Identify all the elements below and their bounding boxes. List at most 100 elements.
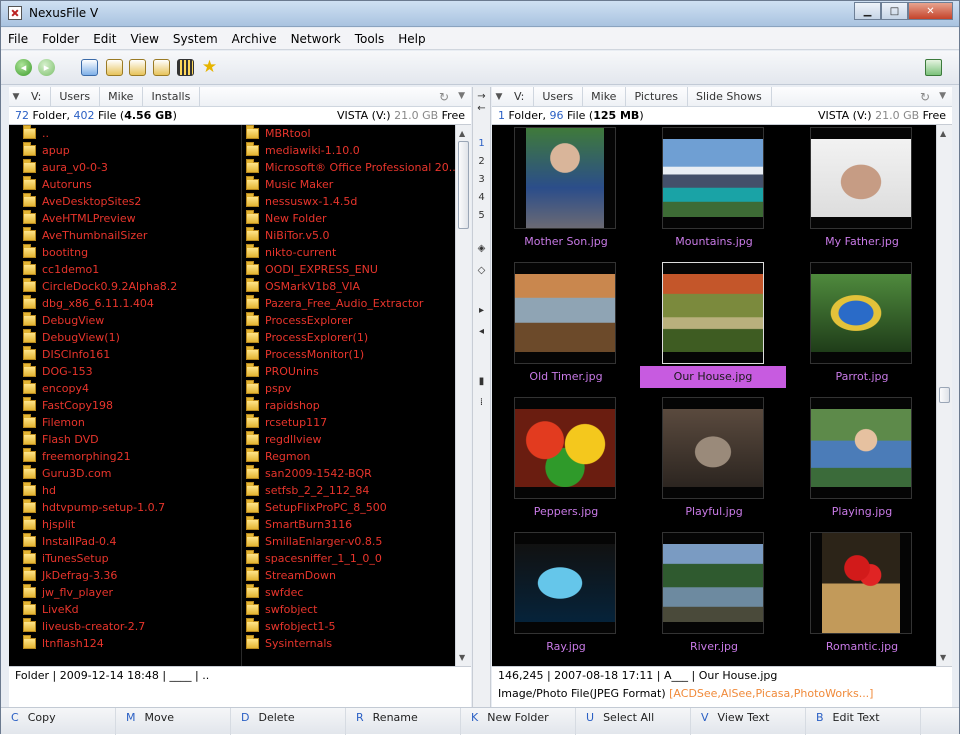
folder-item[interactable]: Pazera_Free_Audio_Extractor	[246, 295, 451, 312]
thumbnail-item[interactable]: Ray.jpg	[492, 530, 640, 665]
folder-item[interactable]: DebugView	[23, 312, 233, 329]
menu-network[interactable]: Network	[291, 32, 341, 46]
play-left-icon[interactable]: ◂	[473, 326, 490, 337]
chevron-down-icon[interactable]: ▼	[458, 91, 465, 101]
folder-item[interactable]: swfobject	[246, 601, 451, 618]
minimize-button[interactable]: ▁	[854, 2, 881, 20]
folder-item[interactable]: LiveKd	[23, 601, 233, 618]
folder-item[interactable]: Filemon	[23, 414, 233, 431]
fkey-move-button[interactable]: M Move	[116, 708, 231, 735]
thumbnail-item[interactable]: Our House.jpg	[640, 260, 788, 395]
folder-item[interactable]: PROUnins	[246, 363, 451, 380]
menu-tools[interactable]: Tools	[355, 32, 385, 46]
tab-number-2[interactable]: 2	[473, 156, 490, 167]
folder-item[interactable]: NiBiTor.v5.0	[246, 227, 451, 244]
thumbnail-item[interactable]: Peppers.jpg	[492, 395, 640, 530]
folder-item[interactable]: apup	[23, 142, 233, 159]
folder-item[interactable]: pspv	[246, 380, 451, 397]
breadcrumb-segment[interactable]: Users	[51, 86, 101, 107]
folder-item[interactable]: rcsetup117	[246, 414, 451, 431]
thumbnail-item[interactable]: River.jpg	[640, 530, 788, 665]
refresh-icon[interactable]: ↻	[439, 90, 449, 104]
folder-item[interactable]: liveusb-creator-2.7	[23, 618, 233, 635]
folder-item[interactable]: iTunesSetup	[23, 550, 233, 567]
folder-item[interactable]: MBRtool	[246, 125, 451, 142]
breadcrumb-segment[interactable]: Installs	[143, 86, 201, 107]
menu-help[interactable]: Help	[398, 32, 425, 46]
folder-item[interactable]: InstallPad-0.4	[23, 533, 233, 550]
tab-number-4[interactable]: 4	[473, 192, 490, 203]
thumbnail-item[interactable]: My Father.jpg	[788, 125, 936, 260]
folder-item[interactable]: Sysinternals	[246, 635, 451, 652]
breadcrumb-segment[interactable]: V:	[506, 86, 535, 107]
folder-item[interactable]: san2009-1542-BQR	[246, 465, 451, 482]
fkey-view-text-button[interactable]: V View Text	[691, 708, 806, 735]
folder-item[interactable]: DOG-153	[23, 363, 233, 380]
slideshow-icon[interactable]	[177, 59, 194, 76]
maximize-button[interactable]: □	[881, 2, 908, 20]
folder-item[interactable]: AveDesktopSites2	[23, 193, 233, 210]
scroll-thumb[interactable]	[458, 141, 469, 229]
forward-arrow-icon[interactable]: ▸	[38, 59, 55, 76]
breadcrumb-segment[interactable]: Mike	[583, 86, 627, 107]
folder-item[interactable]: SmillaEnlarger-v0.8.5	[246, 533, 451, 550]
folder-item[interactable]: bootitng	[23, 244, 233, 261]
folder-item[interactable]: hdtvpump-setup-1.0.7	[23, 499, 233, 516]
chevron-down-icon[interactable]: ▼	[939, 91, 946, 101]
close-button[interactable]: ✕	[908, 2, 953, 20]
folder-item[interactable]: ltnflash124	[23, 635, 233, 652]
folder-item[interactable]: swfdec	[246, 584, 451, 601]
menu-file[interactable]: File	[8, 32, 28, 46]
scroll-up-icon[interactable]: ▲	[459, 129, 465, 138]
right-scrollbar[interactable]: ▲ ▼	[936, 125, 952, 666]
folder-item[interactable]: dbg_x86_6.11.1.404	[23, 295, 233, 312]
folder-item[interactable]: nikto-current	[246, 244, 451, 261]
tab-number-3[interactable]: 3	[473, 174, 490, 185]
breadcrumb-segment[interactable]: Users	[534, 86, 584, 107]
breadcrumb-segment[interactable]: V:	[23, 86, 52, 107]
tab-number-5[interactable]: 5	[473, 210, 490, 221]
folder-item[interactable]: freemorphing21	[23, 448, 233, 465]
favorites-star-icon[interactable]: ★	[201, 59, 218, 76]
breadcrumb-segment[interactable]: Pictures	[626, 86, 689, 107]
folder-item[interactable]: SmartBurn3116	[246, 516, 451, 533]
fkey-rename-button[interactable]: R Rename	[346, 708, 461, 735]
scroll-down-icon[interactable]: ▼	[940, 653, 946, 662]
grip-icon[interactable]: ⁞	[473, 397, 490, 408]
tab-number-1[interactable]: 1	[473, 138, 490, 149]
folder-item[interactable]: ProcessExplorer(1)	[246, 329, 451, 346]
fkey-edit-text-button[interactable]: B Edit Text	[806, 708, 921, 735]
scroll-thumb[interactable]	[939, 387, 950, 403]
copy-left-arrow-icon[interactable]: ←	[473, 103, 490, 114]
folder-item[interactable]: CircleDock0.9.2Alpha8.2	[23, 278, 233, 295]
scroll-down-icon[interactable]: ▼	[459, 653, 465, 662]
folder-item[interactable]: aura_v0-0-3	[23, 159, 233, 176]
folder-item[interactable]: Guru3D.com	[23, 465, 233, 482]
folder-item[interactable]: DISCInfo161	[23, 346, 233, 363]
folder-item[interactable]: Regmon	[246, 448, 451, 465]
menu-folder[interactable]: Folder	[42, 32, 79, 46]
thumbnail-item[interactable]: Playful.jpg	[640, 395, 788, 530]
folder-item[interactable]: DebugView(1)	[23, 329, 233, 346]
bars-icon[interactable]: ▮	[473, 376, 490, 387]
folder-item[interactable]: hd	[23, 482, 233, 499]
folder-item[interactable]: mediawiki-1.10.0	[246, 142, 451, 159]
play-right-icon[interactable]: ▸	[473, 305, 490, 316]
folder-item[interactable]: OODI_EXPRESS_ENU	[246, 261, 451, 278]
folder-item[interactable]: AveThumbnailSizer	[23, 227, 233, 244]
thumbnail-item[interactable]: Romantic.jpg	[788, 530, 936, 665]
breadcrumb-segment[interactable]: Mike	[100, 86, 144, 107]
scroll-up-icon[interactable]: ▲	[940, 129, 946, 138]
folder-item[interactable]: Autoruns	[23, 176, 233, 193]
new-document-icon[interactable]	[106, 59, 123, 76]
breadcrumb-dropdown-icon[interactable]: ▼	[492, 92, 506, 102]
menu-view[interactable]: View	[130, 32, 158, 46]
folder-item[interactable]: AveHTMLPreview	[23, 210, 233, 227]
back-arrow-icon[interactable]: ◂	[15, 59, 32, 76]
folder-item[interactable]: Music Maker	[246, 176, 451, 193]
menu-edit[interactable]: Edit	[93, 32, 116, 46]
folder-item[interactable]: setfsb_2_2_112_84	[246, 482, 451, 499]
diamond-outline-icon[interactable]: ◇	[473, 265, 490, 276]
left-scrollbar[interactable]: ▲ ▼	[455, 125, 471, 666]
folder-item[interactable]: FastCopy198	[23, 397, 233, 414]
